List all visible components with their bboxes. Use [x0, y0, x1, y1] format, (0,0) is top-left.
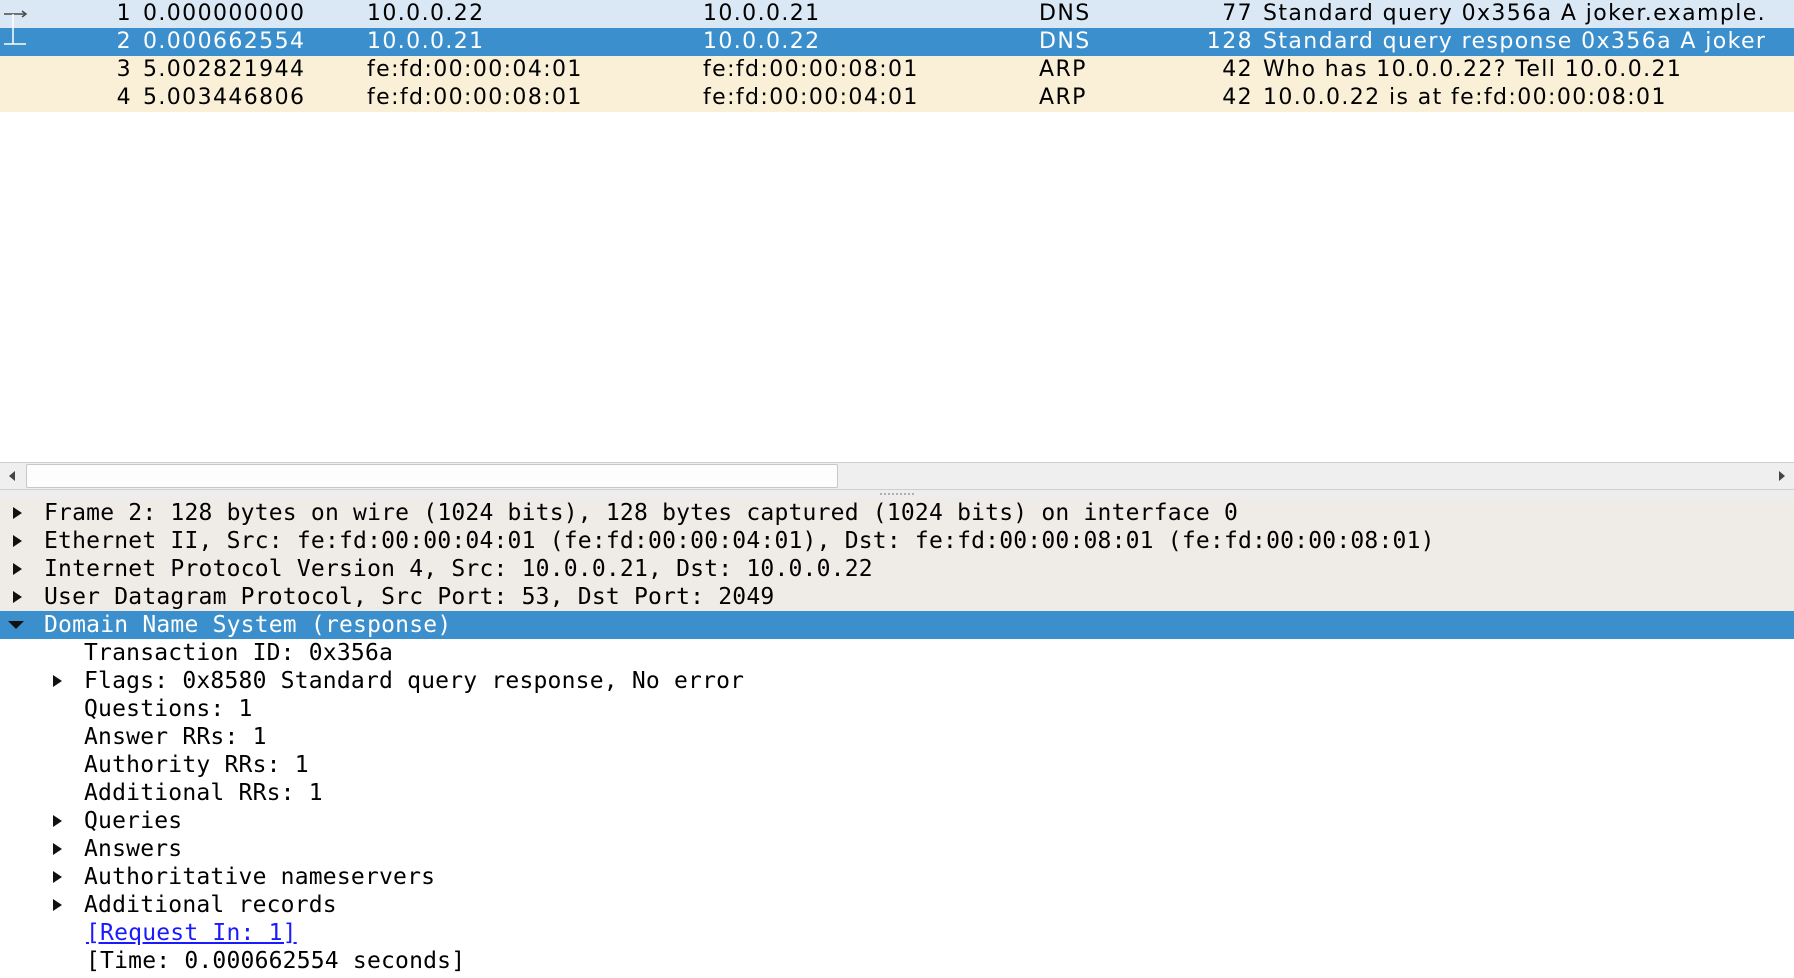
tree-item-label: Answers [84, 836, 183, 862]
tree-item-label: Ethernet II, Src: fe:fd:00:00:04:01 (fe:… [44, 528, 1435, 554]
packet-no: 4 [116, 85, 132, 110]
tree-item-questions[interactable]: Questions: 1 [0, 695, 1794, 723]
packet-protocol: ARP [1039, 57, 1087, 82]
scrollbar-thumb[interactable] [26, 464, 838, 488]
packet-time: 0.000000000 [143, 1, 306, 26]
tree-item-dns[interactable]: Domain Name System (response) [0, 611, 1794, 639]
triangle-right-icon[interactable] [8, 583, 28, 611]
tree-item-label: Domain Name System (response) [44, 612, 452, 638]
packet-info: 10.0.0.22 is at fe:fd:00:00:08:01 [1263, 85, 1667, 110]
packet-info: Standard query 0x356a A joker.example. [1263, 1, 1767, 26]
tree-item-udp[interactable]: User Datagram Protocol, Src Port: 53, Ds… [0, 583, 1794, 611]
packet-length: 42 [1222, 85, 1253, 110]
tree-item-transaction-id[interactable]: Transaction ID: 0x356a [0, 639, 1794, 667]
tree-item-time[interactable]: [Time: 0.000662554 seconds] [0, 947, 1794, 975]
tree-item-label: Authoritative nameservers [84, 864, 436, 890]
packet-source: fe:fd:00:00:04:01 [367, 57, 583, 82]
packet-time: 5.003446806 [143, 85, 306, 110]
arrow-right-icon[interactable] [1768, 463, 1794, 489]
triangle-right-icon[interactable] [48, 667, 68, 695]
tree-item-flags[interactable]: Flags: 0x8580 Standard query response, N… [0, 667, 1794, 695]
tree-item-request-in[interactable]: [Request In: 1] [0, 919, 1794, 947]
packet-list[interactable]: 1 0.000000000 10.0.0.22 10.0.0.21 DNS 77… [0, 0, 1794, 462]
request-response-bracket-icon [4, 10, 28, 45]
triangle-right-icon[interactable] [48, 807, 68, 835]
tree-item-label: Additional records [84, 892, 337, 918]
tree-item-label: User Datagram Protocol, Src Port: 53, Ds… [44, 584, 775, 610]
splitter-grip [880, 493, 914, 497]
tree-item-answers[interactable]: Answers [0, 835, 1794, 863]
packet-protocol: ARP [1039, 85, 1087, 110]
tree-item-label: Questions: 1 [84, 696, 253, 722]
packet-no: 3 [116, 57, 132, 82]
packet-length: 77 [1222, 1, 1253, 26]
triangle-right-icon[interactable] [48, 891, 68, 919]
packet-list-horizontal-scrollbar[interactable] [0, 462, 1794, 490]
packet-row-1[interactable]: 1 0.000000000 10.0.0.22 10.0.0.21 DNS 77… [0, 0, 1794, 28]
packet-info: Standard query response 0x356a A joker [1263, 29, 1767, 54]
packet-row-2[interactable]: 2 0.000662554 10.0.0.21 10.0.0.22 DNS 12… [0, 28, 1794, 56]
triangle-right-icon[interactable] [48, 835, 68, 863]
tree-item-ethernet[interactable]: Ethernet II, Src: fe:fd:00:00:04:01 (fe:… [0, 527, 1794, 555]
tree-item-label: Transaction ID: 0x356a [84, 640, 394, 666]
tree-item-answer-rrs[interactable]: Answer RRs: 1 [0, 723, 1794, 751]
triangle-right-icon[interactable] [48, 863, 68, 891]
tree-item-label: Answer RRs: 1 [84, 724, 267, 750]
tree-item-label: Authority RRs: 1 [84, 752, 309, 778]
tree-item-label: Queries [84, 808, 183, 834]
tree-item-authority-rrs[interactable]: Authority RRs: 1 [0, 751, 1794, 779]
packet-time: 0.000662554 [143, 29, 306, 54]
packet-destination: 10.0.0.22 [703, 29, 821, 54]
packet-source: fe:fd:00:00:08:01 [367, 85, 583, 110]
tree-item-additional-rrs[interactable]: Additional RRs: 1 [0, 779, 1794, 807]
tree-item-authoritative-nameservers[interactable]: Authoritative nameservers [0, 863, 1794, 891]
tree-item-label: Additional RRs: 1 [84, 780, 323, 806]
packet-destination: fe:fd:00:00:04:01 [703, 85, 919, 110]
packet-source: 10.0.0.21 [367, 29, 485, 54]
tree-item-label: Internet Protocol Version 4, Src: 10.0.0… [44, 556, 873, 582]
tree-item-label: Frame 2: 128 bytes on wire (1024 bits), … [44, 500, 1239, 526]
pane-splitter[interactable] [0, 490, 1794, 499]
packet-protocol: DNS [1039, 29, 1091, 54]
packet-info: Who has 10.0.0.22? Tell 10.0.0.21 [1263, 57, 1683, 82]
tree-item-frame[interactable]: Frame 2: 128 bytes on wire (1024 bits), … [0, 499, 1794, 527]
packet-source: 10.0.0.22 [367, 1, 485, 26]
triangle-right-icon[interactable] [8, 499, 28, 527]
packet-no: 2 [116, 29, 132, 54]
request-in-link[interactable]: [Request In: 1] [86, 919, 297, 947]
packet-protocol: DNS [1039, 1, 1091, 26]
arrow-left-icon[interactable] [0, 463, 26, 489]
tree-item-queries[interactable]: Queries [0, 807, 1794, 835]
tree-item-label: Flags: 0x8580 Standard query response, N… [84, 668, 745, 694]
packet-destination: fe:fd:00:00:08:01 [703, 57, 919, 82]
packet-row-4[interactable]: 4 5.003446806 fe:fd:00:00:08:01 fe:fd:00… [0, 84, 1794, 112]
packet-time: 5.002821944 [143, 57, 306, 82]
tree-item-ip[interactable]: Internet Protocol Version 4, Src: 10.0.0… [0, 555, 1794, 583]
triangle-right-icon[interactable] [8, 555, 28, 583]
packet-destination: 10.0.0.21 [703, 1, 821, 26]
packet-length: 128 [1206, 29, 1253, 54]
triangle-right-icon[interactable] [8, 527, 28, 555]
triangle-down-icon[interactable] [6, 611, 26, 639]
packet-length: 42 [1222, 57, 1253, 82]
tree-item-label: [Time: 0.000662554 seconds] [86, 948, 466, 974]
packet-details-tree[interactable]: Frame 2: 128 bytes on wire (1024 bits), … [0, 499, 1794, 978]
tree-item-additional-records[interactable]: Additional records [0, 891, 1794, 919]
packet-row-3[interactable]: 3 5.002821944 fe:fd:00:00:04:01 fe:fd:00… [0, 56, 1794, 84]
packet-no: 1 [116, 1, 132, 26]
